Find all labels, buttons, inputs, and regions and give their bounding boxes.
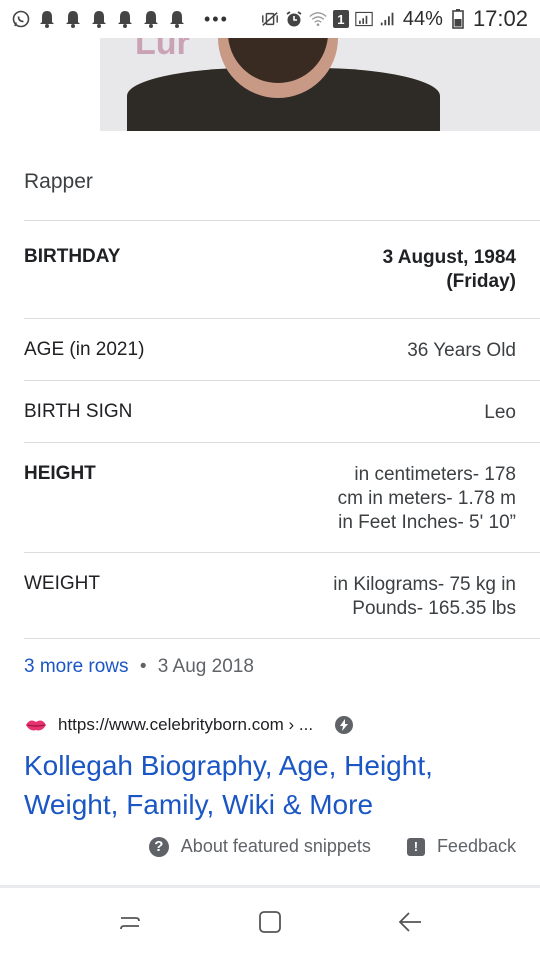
row-value: Leo <box>484 402 516 423</box>
bell-icon <box>64 10 82 28</box>
alarm-icon <box>285 10 303 28</box>
row-value: in centimeters- 178 cm in meters- 1.78 m… <box>337 464 516 533</box>
home-button[interactable] <box>250 904 290 944</box>
snippet-footer: ? About featured snippets ! Feedback <box>148 836 516 857</box>
battery-icon <box>449 9 467 29</box>
snippet-heading: Rapper <box>24 170 93 193</box>
wifi-icon <box>309 10 327 28</box>
notification-icons: ••• <box>12 9 229 30</box>
clock: 17:02 <box>472 6 528 31</box>
snippet-date: 3 Aug 2018 <box>157 656 254 677</box>
table-row: BIRTHDAY 3 August, 1984 (Friday) <box>24 246 516 306</box>
bell-icon <box>168 10 186 28</box>
system-nav-bar <box>0 888 540 960</box>
bell-icon <box>38 10 56 28</box>
signal-icon <box>379 10 397 28</box>
table-row: BIRTH SIGN Leo <box>24 401 516 431</box>
lips-favicon-icon <box>24 713 48 737</box>
more-notifications: ••• <box>204 8 229 29</box>
divider <box>24 220 540 221</box>
featured-snippet-card: Rapper BIRTHDAY 3 August, 1984 (Friday) … <box>0 131 540 883</box>
amp-lightning-icon <box>335 716 354 734</box>
status-bar: ••• 1 44% 17:02 <box>0 0 540 38</box>
back-button[interactable] <box>390 904 430 944</box>
separator-dot: • <box>139 656 147 677</box>
snippet-meta: 3 more rows • 3 Aug 2018 <box>24 656 254 678</box>
row-label: AGE (in 2021) <box>24 339 145 360</box>
whatsapp-icon <box>12 10 30 28</box>
source-url[interactable]: https://www.celebrityborn.com › ... <box>58 715 313 735</box>
row-value: 36 Years Old <box>407 340 516 361</box>
system-icons: 1 44% 17:02 <box>261 6 528 32</box>
row-value: 3 August, 1984 (Friday) <box>382 247 516 292</box>
about-snippets-label: About featured snippets <box>180 836 371 856</box>
divider <box>24 318 540 319</box>
source-line[interactable]: https://www.celebrityborn.com › ... <box>24 713 354 737</box>
feedback-button[interactable]: ! Feedback <box>406 836 516 857</box>
row-label: WEIGHT <box>24 573 100 594</box>
signal-icon <box>355 10 373 28</box>
bell-icon <box>90 10 108 28</box>
result-title-link[interactable]: Kollegah Biography, Age, Height, Weight,… <box>24 746 484 824</box>
divider <box>24 442 540 443</box>
table-row: HEIGHT in centimeters- 178 cm in meters-… <box>24 463 516 543</box>
row-label: BIRTHDAY <box>24 246 121 267</box>
back-icon <box>396 908 424 941</box>
table-row: WEIGHT in Kilograms- 75 kg in Pounds- 16… <box>24 573 516 629</box>
table-row: AGE (in 2021) 36 Years Old <box>24 339 516 369</box>
hero-image-strip[interactable]: Lur <box>0 38 540 131</box>
more-rows-link[interactable]: 3 more rows <box>24 656 129 677</box>
recent-apps-icon <box>116 908 144 941</box>
divider <box>24 552 540 553</box>
row-label: BIRTH SIGN <box>24 401 133 422</box>
recent-apps-button[interactable] <box>110 904 150 944</box>
battery-percentage: 44% <box>402 7 443 30</box>
feedback-icon: ! <box>406 837 425 856</box>
divider <box>24 638 540 639</box>
row-label: HEIGHT <box>24 463 96 484</box>
mute-vibrate-icon <box>261 10 279 28</box>
row-value: in Kilograms- 75 kg in Pounds- 165.35 lb… <box>333 574 516 619</box>
bell-icon <box>116 10 134 28</box>
backdrop-lettering: Lur <box>135 38 190 62</box>
help-icon: ? <box>148 836 169 857</box>
sim-1-icon: 1 <box>332 10 349 28</box>
person-photo[interactable]: Lur <box>100 38 540 131</box>
bell-icon <box>142 10 160 28</box>
feedback-label: Feedback <box>436 836 516 856</box>
home-icon <box>256 908 284 941</box>
about-featured-snippets-button[interactable]: ? About featured snippets <box>148 836 371 857</box>
divider <box>24 380 540 381</box>
